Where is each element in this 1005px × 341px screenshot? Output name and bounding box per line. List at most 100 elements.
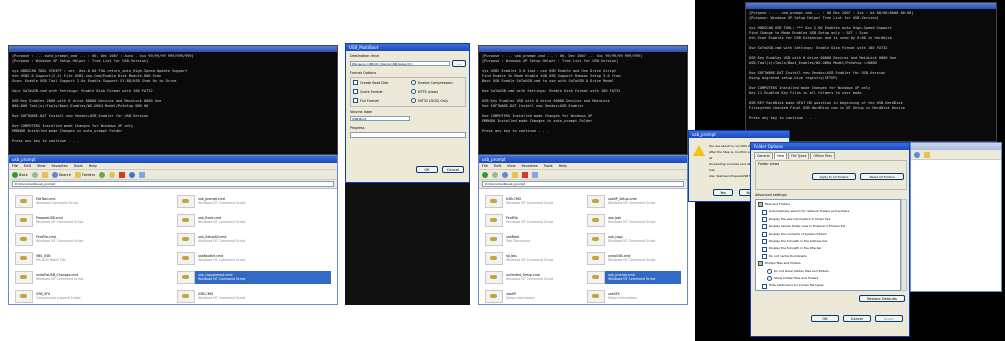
cancel-button[interactable]: Cancel	[442, 166, 464, 173]
search-button[interactable]: Search	[51, 171, 71, 178]
file-item[interactable]: FindFile Windows NT Command Script	[485, 214, 579, 227]
file-item[interactable]: USB_SFX Compressed (zipped) Folder	[15, 290, 169, 303]
copy-icon[interactable]	[109, 171, 116, 178]
explorer-window-3[interactable]	[910, 142, 1002, 292]
ok-button[interactable]: OK	[811, 315, 839, 322]
reset-all-folders-button[interactable]: Reset All Folders	[860, 173, 904, 180]
file-item[interactable]: usb_fixed.cmd Windows NT Command Script	[177, 214, 331, 227]
apply-to-all-folders-button[interactable]: Apply to All Folders	[812, 173, 856, 180]
yes-button[interactable]: Yes	[713, 189, 733, 196]
file-item[interactable]: usb_bak Windows NT Command Script	[587, 214, 681, 227]
advanced-setting-item[interactable]: Files and Folders	[757, 201, 899, 208]
undo-icon[interactable]	[129, 171, 136, 178]
file-item[interactable]: FindFile.cmd Windows NT Command Script	[15, 233, 169, 246]
folders-icon[interactable]	[924, 151, 930, 158]
views-icon[interactable]	[532, 171, 538, 178]
menu-item-tools[interactable]: Tools	[544, 164, 553, 168]
file-item[interactable]: usb_copyprompt.cmd Windows NT Command Scr…	[177, 271, 331, 284]
file-item[interactable]: USB.CMD Windows NT Command Script	[177, 290, 331, 303]
forward-arrow-icon[interactable]	[492, 171, 498, 178]
file-item[interactable]: usbXP Setup Information	[485, 290, 579, 303]
search-icon[interactable]	[914, 151, 920, 158]
forward-arrow-icon[interactable]	[31, 171, 38, 178]
advanced-setting-item[interactable]: Do not show hidden files and folders	[757, 268, 899, 275]
menu-item-edit[interactable]: Edit	[24, 164, 31, 168]
settings-scrollbar[interactable]	[901, 199, 907, 291]
file-item[interactable]: usb_prompt.cmd Windows NT Command Script	[177, 195, 331, 208]
usb-setup-dialog[interactable]: USB_MultiBoot Destination drive Wincanon…	[345, 43, 470, 183]
address-input[interactable]: D:\Documents\usb_prompt	[12, 181, 334, 187]
menu-item-file[interactable]: File	[482, 164, 488, 168]
explorer-window-1[interactable]: usb_prompt File Edit View Favorites Tools Hel…	[8, 155, 338, 305]
advanced-setting-item[interactable]: Show hidden files and folders	[757, 275, 899, 282]
format-option[interactable]: NTFS (slow)	[411, 89, 438, 94]
delete-icon[interactable]	[522, 171, 528, 178]
menu-item-view[interactable]: View	[507, 164, 516, 168]
file-item[interactable]: usbXP_Setup.cmd Windows NT Command Script	[587, 195, 681, 208]
console-window-3[interactable]: [Purpose : ... usb_prompt.cmd ... : 00 D…	[745, 2, 997, 142]
advanced-setting-item[interactable]: Automatically search for network folders…	[757, 208, 899, 215]
delete-icon[interactable]	[119, 171, 126, 178]
console-window-1[interactable]: [Purpose : ... auto_prompt_cmd ... : 00,…	[8, 45, 338, 155]
advanced-setting-item[interactable]: Display the full path in the title bar	[757, 245, 899, 252]
views-icon[interactable]	[139, 171, 146, 178]
folders-icon[interactable]	[512, 171, 518, 178]
advanced-setting-item[interactable]: Display file size information in folder …	[757, 216, 899, 223]
back-button[interactable]: Back	[12, 171, 28, 178]
up-folder-icon[interactable]	[41, 171, 48, 178]
folders-button[interactable]: Folders	[75, 171, 95, 178]
explorer-titlebar[interactable]	[911, 143, 1001, 150]
advanced-setting-item[interactable]: Display the contents of system folders	[757, 231, 899, 238]
menu-item-edit[interactable]: Edit	[494, 164, 501, 168]
volume-label-input[interactable]: USB-Boot	[350, 116, 410, 121]
file-item[interactable]: usb_prompt.cmd Windows NT Command Script	[587, 271, 681, 284]
file-item[interactable]: VBS_USB MS-DOS Batch File	[15, 252, 169, 265]
tab-view[interactable]: View	[773, 152, 788, 159]
file-item[interactable]: usbSFX Setup Information	[587, 290, 681, 303]
explorer-window-2[interactable]: usb_prompt File Edit View Favorites Tools Hel…	[478, 155, 688, 305]
search-icon[interactable]	[502, 171, 508, 178]
advanced-setting-item[interactable]: Display simple folder view in Explorer's…	[757, 223, 899, 230]
menu-item-view[interactable]: View	[37, 164, 46, 168]
file-item[interactable]: undoFixUSB_Changes.cmd Windows NT Command…	[15, 271, 169, 284]
file-item[interactable]: USB.CMD Windows NT Command Script	[485, 195, 579, 208]
menu-item-favorites[interactable]: Favorites	[52, 164, 68, 168]
file-item[interactable]: PrepareUSB.cmd Windows NT Command Script	[15, 214, 169, 227]
file-item[interactable]: usbBoot Text Document	[485, 233, 579, 246]
menu-item-tools[interactable]: Tools	[74, 164, 83, 168]
browse-button[interactable]: ...	[452, 60, 466, 67]
file-item[interactable]: FileTool.cmd Windows Command Script	[15, 195, 169, 208]
file-item[interactable]: unlimited_Setup.cmd Windows NT Command Sc…	[485, 271, 579, 284]
file-item[interactable]: usbBootInt.cmd Windows NT Command Script	[177, 252, 331, 265]
tab-offline-files[interactable]: Offline Files	[810, 152, 835, 159]
advanced-setting-item[interactable]: Hidden files and folders	[757, 260, 899, 267]
explorer-titlebar[interactable]: usb_prompt	[9, 156, 337, 163]
destination-drive-select[interactable]: Wincanon, USB-CD, Volume USB-Setup (D:)	[350, 61, 450, 66]
folder-options-dialog[interactable]: Folder Options General View File Types Offl…	[750, 142, 910, 337]
format-option[interactable]: Full Format	[353, 98, 379, 103]
advanced-setting-item[interactable]: Display the full path in the address bar	[757, 238, 899, 245]
menu-item-help[interactable]: Help	[89, 164, 97, 168]
back-arrow-icon[interactable]	[482, 171, 488, 178]
apply-button[interactable]: Apply	[875, 315, 903, 322]
restore-defaults-button[interactable]: Restore Defaults	[859, 295, 905, 302]
format-option[interactable]: Enable Compression	[411, 80, 453, 85]
format-option[interactable]: FAT32 (DOS) Only	[411, 98, 448, 103]
advanced-setting-item[interactable]: Do not cache thumbnails	[757, 253, 899, 260]
file-item[interactable]: undoUSB.cmd Windows NT Command Script	[587, 252, 681, 265]
file-item[interactable]: usb_SetupAll.cmd Windows NT Command Scrip…	[177, 233, 331, 246]
menu-item-favorites[interactable]: Favorites	[522, 164, 538, 168]
cancel-button[interactable]: Cancel	[843, 315, 871, 322]
dialog-titlebar[interactable]: usb_prompt	[689, 131, 789, 138]
console-window-2[interactable]: [Purpose : ... usb_prompt.cmd ... : 00, …	[478, 45, 688, 155]
format-option[interactable]: Quick Format	[353, 89, 383, 94]
address-input[interactable]: D:\Documents\usb_prompt	[482, 181, 684, 187]
advanced-setting-item[interactable]: Hide extensions for known file types	[757, 282, 899, 289]
move-icon[interactable]	[99, 171, 106, 178]
format-option[interactable]: Create Boot Disk	[353, 80, 389, 85]
menu-item-help[interactable]: Help	[559, 164, 567, 168]
explorer-titlebar[interactable]: usb_prompt	[479, 156, 687, 163]
ok-button[interactable]: OK	[416, 166, 438, 173]
file-item[interactable]: usb_copy Windows NT Command Script	[587, 233, 681, 246]
tab-file-types[interactable]: File Types	[788, 152, 810, 159]
